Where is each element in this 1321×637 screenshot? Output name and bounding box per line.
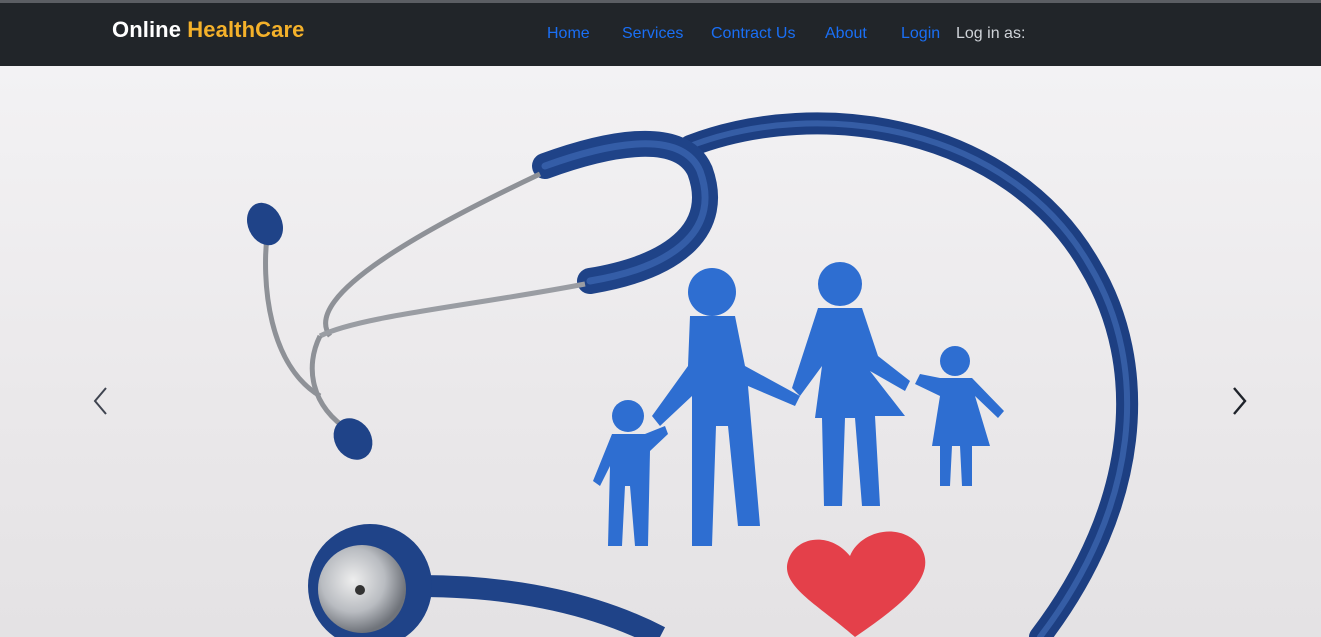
carousel-next-button[interactable]: [1224, 381, 1254, 421]
nav-link-home[interactable]: Home: [547, 25, 590, 43]
nav-link-services[interactable]: Services: [622, 25, 683, 43]
brand-logo[interactable]: Online HealthCare: [112, 17, 304, 43]
carousel-slide-image: [247, 112, 1138, 637]
navbar: Online HealthCare Home Services Contract…: [0, 3, 1321, 66]
chevron-left-icon: [93, 387, 107, 415]
brand-name-primary: Online: [112, 17, 182, 42]
carousel-prev-button[interactable]: [86, 381, 116, 421]
nav-link-login[interactable]: Login: [901, 25, 940, 43]
chevron-right-icon: [1233, 387, 1247, 415]
brand-name-accent: HealthCare: [187, 17, 305, 42]
nav-link-contract-us[interactable]: Contract Us: [711, 25, 795, 43]
login-as-label: Log in as:: [956, 25, 1026, 42]
nav-link-about[interactable]: About: [825, 25, 867, 43]
hero-carousel: [0, 66, 1321, 637]
